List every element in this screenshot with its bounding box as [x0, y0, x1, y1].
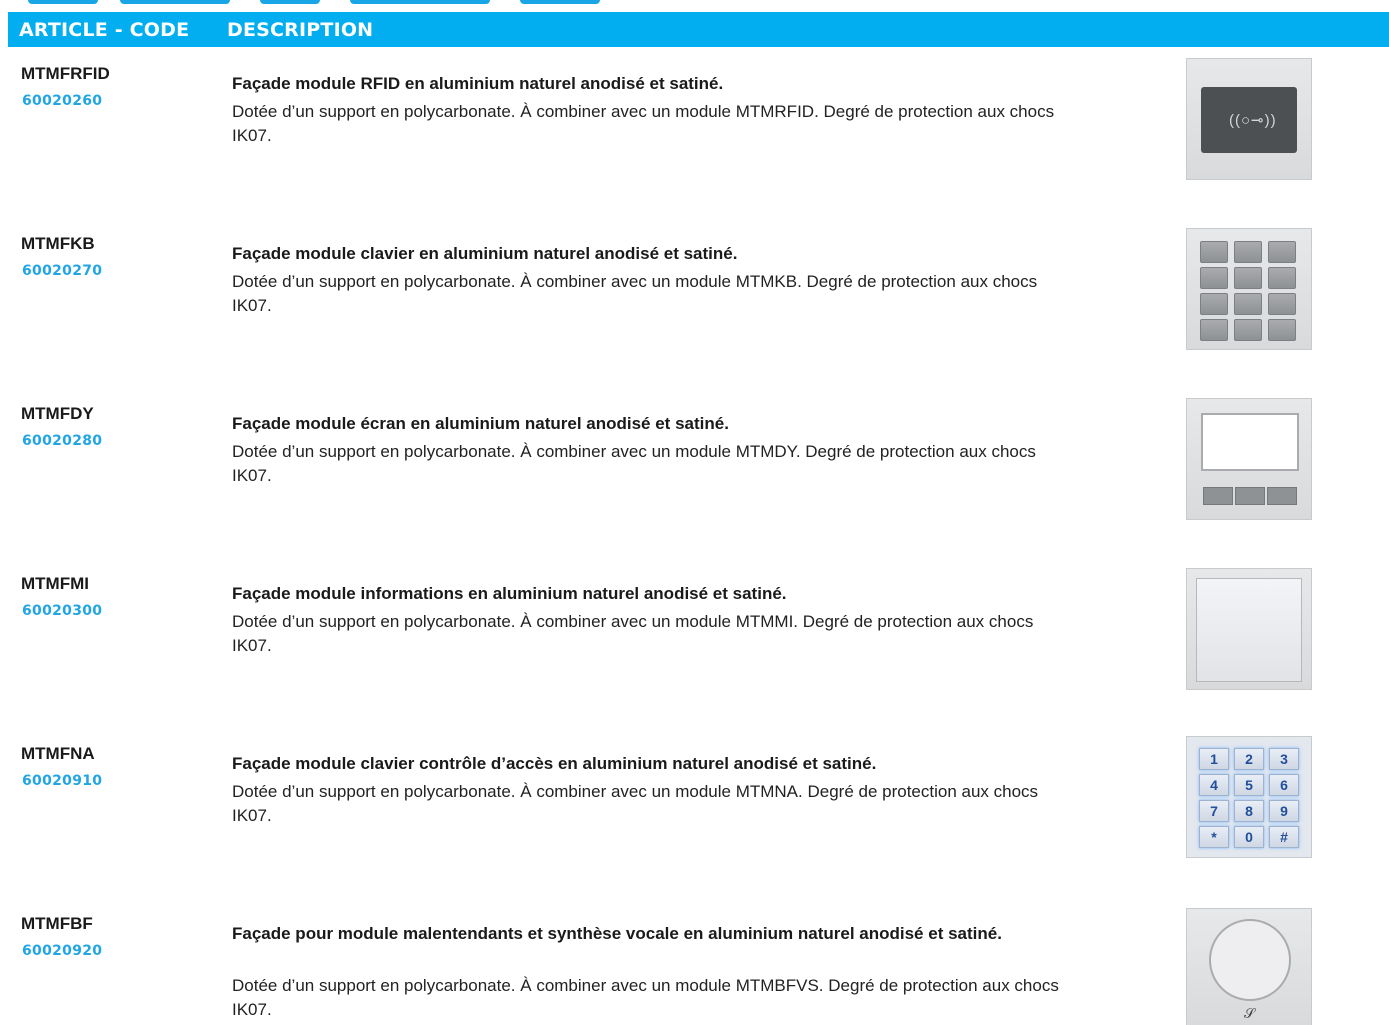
article-code: MTMFMI [21, 574, 89, 593]
rfid-faceplate-icon: ((○⊸)) [1186, 58, 1312, 180]
item-description: Dotée d’un support en polycarbonate. À c… [232, 612, 1034, 655]
item-description: Dotée d’un support en polycarbonate. À c… [232, 976, 1059, 1019]
table-row: MTMFBF 60020920 Façade pour module malen… [0, 908, 1389, 1025]
article-ref: 60020910 [22, 773, 103, 789]
article-code: MTMFKB [21, 234, 95, 253]
header-article-code: ARTICLE - CODE [19, 19, 190, 41]
top-cut-strip [0, 0, 1389, 8]
info-faceplate-icon [1186, 568, 1312, 690]
article-ref: 60020260 [22, 93, 103, 109]
access-keypad-faceplate-icon: 123 456 789 * 0 # [1186, 736, 1312, 858]
table-header: ARTICLE - CODE DESCRIPTION [8, 12, 1389, 47]
article-ref: 60020270 [22, 263, 103, 279]
item-title: Façade module clavier en aluminium natur… [232, 244, 738, 263]
table-row: MTMFDY 60020280 Façade module écran en a… [0, 398, 1389, 564]
table-row: MTMFMI 60020300 Façade module informatio… [0, 568, 1389, 734]
item-title: Façade module informations en aluminium … [232, 584, 787, 603]
keypad-faceplate-icon [1186, 228, 1312, 350]
item-title: Façade pour module malentendants et synt… [232, 924, 1002, 943]
item-description: Dotée d’un support en polycarbonate. À c… [232, 272, 1038, 315]
article-ref: 60020300 [22, 603, 103, 619]
hearing-loop-faceplate-icon: 𝒮 [1186, 908, 1312, 1025]
article-ref: 60020280 [22, 433, 103, 449]
article-code: MTMFNA [21, 744, 95, 763]
header-description: DESCRIPTION [227, 19, 374, 41]
article-code: MTMFDY [21, 404, 94, 423]
article-ref: 60020920 [22, 943, 103, 959]
item-title: Façade module RFID en aluminium naturel … [232, 74, 724, 93]
hearing-ear-icon: 𝒮 [1244, 1005, 1255, 1021]
item-title: Façade module écran en aluminium naturel… [232, 414, 729, 433]
table-row: MTMFRFID 60020260 Façade module RFID en … [0, 58, 1389, 224]
item-description: Dotée d’un support en polycarbonate. À c… [232, 442, 1036, 485]
table-row: MTMFNA 60020910 Façade module clavier co… [0, 736, 1389, 904]
item-title: Façade module clavier contrôle d’accès e… [232, 754, 877, 773]
article-code: MTMFRFID [21, 64, 110, 83]
item-description: Dotée d’un support en polycarbonate. À c… [232, 782, 1039, 825]
article-code: MTMFBF [21, 914, 93, 933]
item-description: Dotée d’un support en polycarbonate. À c… [232, 102, 1055, 145]
display-faceplate-icon [1186, 398, 1312, 520]
table-row: MTMFKB 60020270 Façade module clavier en… [0, 228, 1389, 394]
